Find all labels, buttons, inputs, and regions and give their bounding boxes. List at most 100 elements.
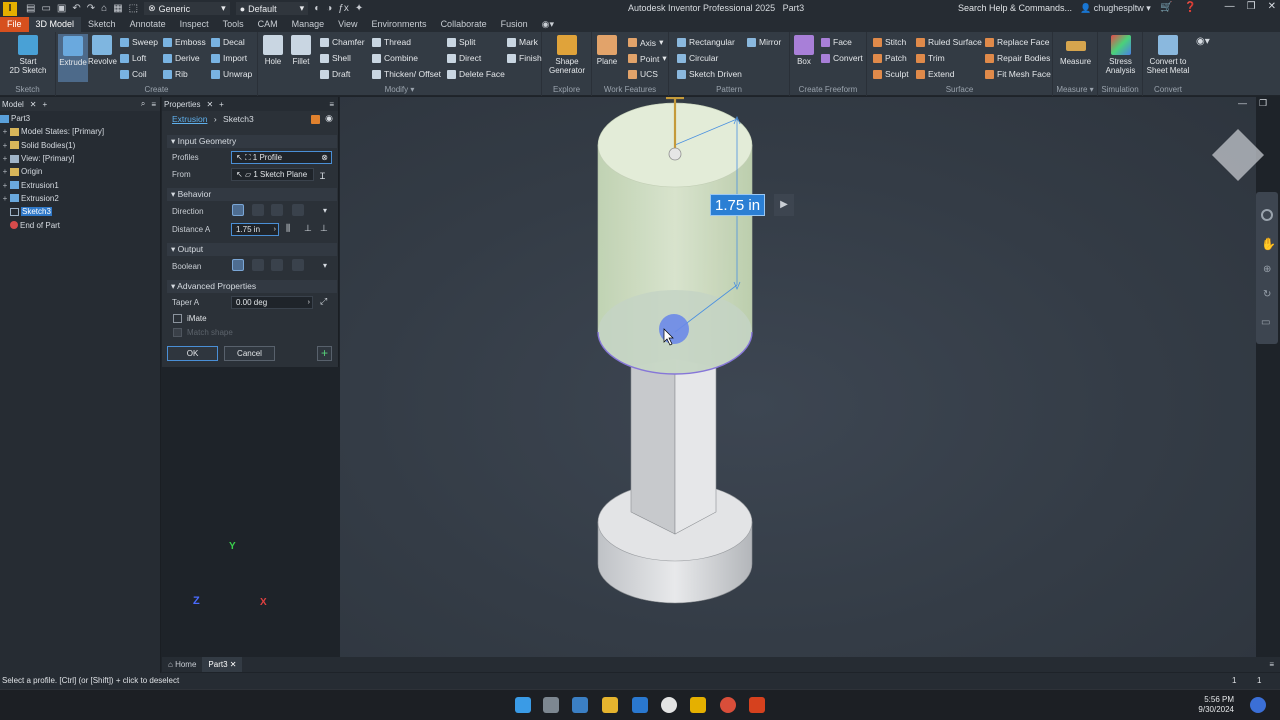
cart-icon[interactable]: 🛒 <box>1160 2 1172 13</box>
distance-a-input[interactable]: 1.75 in › <box>231 223 279 236</box>
stress-analysis-button[interactable]: Stress Analysis <box>1100 35 1141 75</box>
tree-item-part3[interactable]: Part3 <box>0 112 160 125</box>
add-tab-icon[interactable]: + <box>219 100 224 109</box>
section-input-geometry[interactable]: ▾ Input Geometry <box>167 135 337 148</box>
outlook-icon[interactable] <box>632 697 648 713</box>
teams-icon[interactable] <box>572 697 588 713</box>
new-file-icon[interactable]: ▤ <box>26 3 35 14</box>
taper-a-input[interactable]: 0.00 deg › <box>231 296 313 309</box>
revolve-button[interactable]: Revolve <box>88 35 117 66</box>
boolean-intersect-button[interactable] <box>271 259 283 271</box>
tree-item-solid-bodies[interactable]: + Solid Bodies(1) <box>0 139 160 152</box>
direction-default-button[interactable] <box>232 204 244 216</box>
section-advanced-properties[interactable]: ▾ Advanced Properties <box>167 280 337 293</box>
import-button[interactable]: Import <box>211 53 247 63</box>
boolean-new-solid-button[interactable] <box>292 259 304 271</box>
ok-button[interactable]: OK <box>167 346 218 361</box>
material-select[interactable]: ⊗ Generic ▾ <box>144 2 230 15</box>
loft-button[interactable]: Loft <box>120 53 146 63</box>
search-icon[interactable]: ⌕ <box>141 99 145 109</box>
menu-icon[interactable]: ≡ <box>1269 660 1274 669</box>
look-at-icon[interactable]: ▭ <box>1261 317 1270 328</box>
select-icon[interactable]: ⬚ <box>129 3 138 14</box>
taper-direction-icon[interactable]: ⤢ <box>320 296 327 307</box>
patch-button[interactable]: Patch <box>873 53 907 63</box>
menu-icon[interactable]: ≡ <box>329 100 334 109</box>
pan-icon[interactable]: ✋ <box>1261 237 1276 251</box>
box-button[interactable]: Box <box>792 35 816 66</box>
shape-generator-button[interactable]: Shape Generator <box>546 35 588 75</box>
graphics-viewport[interactable]: Y Z X 1.75 in ▶ — ❐ <box>193 97 1267 657</box>
start-2d-sketch-button[interactable]: Start 2D Sketch <box>6 35 50 75</box>
tree-item-origin[interactable]: + Origin <box>0 165 160 178</box>
appearance-select[interactable]: ● Default ▾ <box>235 2 309 15</box>
direct-button[interactable]: Direct <box>447 53 481 63</box>
measure-button[interactable]: Measure <box>1055 35 1096 66</box>
split-button[interactable]: Split <box>447 37 476 47</box>
through-all-icon[interactable]: ⊥ <box>320 223 328 234</box>
mark-button[interactable]: Mark <box>507 37 538 47</box>
tab-collaborate[interactable]: Collaborate <box>434 17 494 32</box>
profiles-selector[interactable]: ↖ ⛶ 1 Profile ⊗ <box>231 151 332 164</box>
menu-icon[interactable]: ≡ <box>151 100 156 109</box>
task-view-icon[interactable] <box>543 697 559 713</box>
face-button[interactable]: Face <box>821 37 852 47</box>
clear-appearance-icon[interactable]: ◑ <box>326 3 332 14</box>
plane-button[interactable]: Plane <box>594 35 620 66</box>
tab-tools[interactable]: Tools <box>216 17 251 32</box>
direction-symmetric-button[interactable] <box>271 204 283 216</box>
add-icon[interactable]: ✦ <box>355 3 363 14</box>
axis-button[interactable]: Axis ▾ <box>628 37 663 48</box>
finish-button[interactable]: Finish <box>507 53 542 63</box>
thread-button[interactable]: Thread <box>372 37 411 47</box>
shell-button[interactable]: Shell <box>320 53 351 63</box>
mirror-button[interactable]: Mirror <box>747 37 781 47</box>
repair-bodies-button[interactable]: Repair Bodies <box>985 53 1050 63</box>
help-icon[interactable]: ❓ <box>1184 2 1196 13</box>
arrow-right-icon[interactable]: ▶ <box>774 194 794 216</box>
tab-fusion[interactable]: Fusion <box>494 17 535 32</box>
tab-file[interactable]: File <box>0 17 29 32</box>
rib-button[interactable]: Rib <box>163 69 188 79</box>
fit-mesh-face-button[interactable]: Fit Mesh Face <box>985 69 1051 79</box>
chevron-down-icon[interactable]: ▾ <box>323 261 327 270</box>
ribbon-settings-icon[interactable]: ◉▾ <box>1196 36 1210 47</box>
file-explorer-icon[interactable] <box>602 697 618 713</box>
draft-button[interactable]: Draft <box>320 69 350 79</box>
sketch-driven-pattern-button[interactable]: Sketch Driven <box>677 69 742 79</box>
tab-environments[interactable]: Environments <box>365 17 434 32</box>
clear-icon[interactable]: ⊗ <box>321 152 328 163</box>
update-icon[interactable]: ▦ <box>113 3 122 14</box>
modify-panel-label[interactable]: Modify ▾ <box>258 85 541 94</box>
ucs-button[interactable]: UCS <box>628 69 658 79</box>
from-selector[interactable]: ↖ ▱ 1 Sketch Plane <box>231 168 314 181</box>
home-icon[interactable]: ⌂ <box>101 3 107 14</box>
chamfer-button[interactable]: Chamfer <box>320 37 365 47</box>
undo-icon[interactable]: ↶ <box>72 3 80 14</box>
combine-button[interactable]: Combine <box>372 53 418 63</box>
circular-pattern-button[interactable]: Circular <box>677 53 718 63</box>
tab-view[interactable]: View <box>331 17 364 32</box>
trim-button[interactable]: Trim <box>916 53 945 63</box>
direction-asymmetric-button[interactable] <box>292 204 304 216</box>
section-behavior[interactable]: ▾ Behavior <box>167 188 337 201</box>
ruled-surface-button[interactable]: Ruled Surface <box>916 37 982 47</box>
derive-button[interactable]: Derive <box>163 53 200 63</box>
rectangular-pattern-button[interactable]: Rectangular <box>677 37 735 47</box>
tab-sketch[interactable]: Sketch <box>81 17 123 32</box>
expand-icon[interactable]: + <box>0 141 10 150</box>
tab-home[interactable]: ⌂ Home <box>162 657 202 672</box>
open-file-icon[interactable]: ▭ <box>41 3 50 14</box>
boolean-cut-button[interactable] <box>252 259 264 271</box>
tab-manage[interactable]: Manage <box>285 17 332 32</box>
tree-item-view[interactable]: + View: [Primary] <box>0 152 160 165</box>
tab-properties[interactable]: Properties <box>164 100 200 109</box>
inventor-logo-icon[interactable]: I <box>3 1 17 16</box>
apply-plus-button[interactable]: + <box>317 346 332 361</box>
ribbon-options-icon[interactable]: ◉▾ <box>535 17 561 32</box>
tab-model[interactable]: Model <box>2 100 24 109</box>
user-account[interactable]: 👤 chughespltw ▾ <box>1080 3 1151 14</box>
chrome-profile-icon[interactable] <box>720 697 736 713</box>
close-icon[interactable]: ✕ <box>30 100 37 109</box>
restore-icon[interactable]: ❐ <box>1247 1 1256 12</box>
